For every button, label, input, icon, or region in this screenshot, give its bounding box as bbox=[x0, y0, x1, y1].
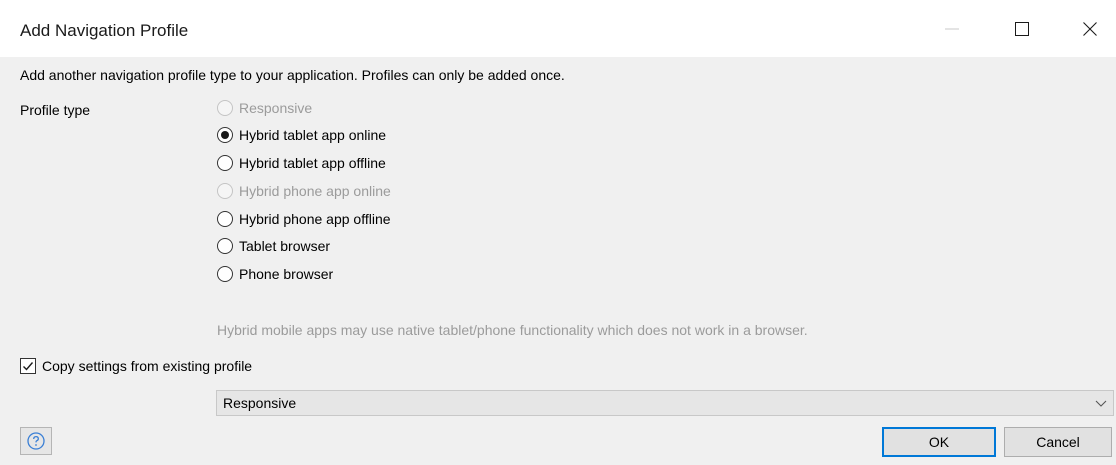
radio-phone-browser[interactable]: Phone browser bbox=[217, 263, 333, 285]
radio-label: Hybrid tablet app online bbox=[239, 127, 387, 143]
radio-tablet-browser[interactable]: Tablet browser bbox=[217, 235, 330, 257]
radio-button-icon bbox=[217, 183, 233, 199]
close-button[interactable] bbox=[1062, 0, 1116, 57]
profile-type-label: Profile type bbox=[20, 102, 91, 118]
radio-hybrid-phone-offline[interactable]: Hybrid phone app offline bbox=[217, 208, 391, 230]
title-bar: Add Navigation Profile bbox=[0, 0, 1116, 57]
profile-dropdown[interactable]: Responsive bbox=[216, 390, 1114, 416]
copy-settings-label: Copy settings from existing profile bbox=[42, 358, 253, 374]
hint-text: Hybrid mobile apps may use native tablet… bbox=[217, 322, 808, 338]
radio-label: Tablet browser bbox=[239, 238, 331, 254]
radio-button-icon bbox=[217, 100, 233, 116]
checkbox-checked-icon bbox=[20, 358, 36, 374]
radio-label: Responsive bbox=[239, 100, 313, 116]
dialog-body: Add another navigation profile type to y… bbox=[0, 57, 1116, 465]
radio-label: Hybrid tablet app offline bbox=[239, 155, 386, 171]
ok-button[interactable]: OK bbox=[882, 427, 996, 457]
copy-settings-checkbox[interactable]: Copy settings from existing profile bbox=[20, 355, 252, 377]
help-button[interactable] bbox=[20, 427, 52, 455]
window-title: Add Navigation Profile bbox=[20, 21, 189, 40]
maximize-button[interactable] bbox=[994, 0, 1050, 57]
radio-button-icon bbox=[217, 238, 233, 254]
chevron-down-icon bbox=[1095, 400, 1107, 407]
cancel-button[interactable]: Cancel bbox=[1004, 427, 1112, 457]
radio-label: Hybrid phone app online bbox=[239, 183, 391, 199]
minimize-icon bbox=[945, 28, 959, 29]
radio-button-icon bbox=[217, 211, 233, 227]
minimize-button[interactable] bbox=[924, 0, 980, 57]
close-icon bbox=[1083, 21, 1097, 36]
intro-text: Add another navigation profile type to y… bbox=[20, 67, 565, 83]
question-icon bbox=[27, 432, 45, 450]
dropdown-value: Responsive bbox=[223, 395, 297, 411]
radio-button-selected-icon bbox=[217, 127, 233, 143]
radio-label: Hybrid phone app offline bbox=[239, 211, 391, 227]
radio-hybrid-phone-online[interactable]: Hybrid phone app online bbox=[217, 180, 391, 202]
radio-button-icon bbox=[217, 266, 233, 282]
maximize-icon bbox=[1015, 21, 1029, 36]
radio-responsive[interactable]: Responsive bbox=[217, 97, 312, 119]
radio-label: Phone browser bbox=[239, 266, 334, 282]
radio-hybrid-tablet-online[interactable]: Hybrid tablet app online bbox=[217, 124, 386, 146]
radio-hybrid-tablet-offline[interactable]: Hybrid tablet app offline bbox=[217, 152, 386, 174]
radio-button-icon bbox=[217, 155, 233, 171]
